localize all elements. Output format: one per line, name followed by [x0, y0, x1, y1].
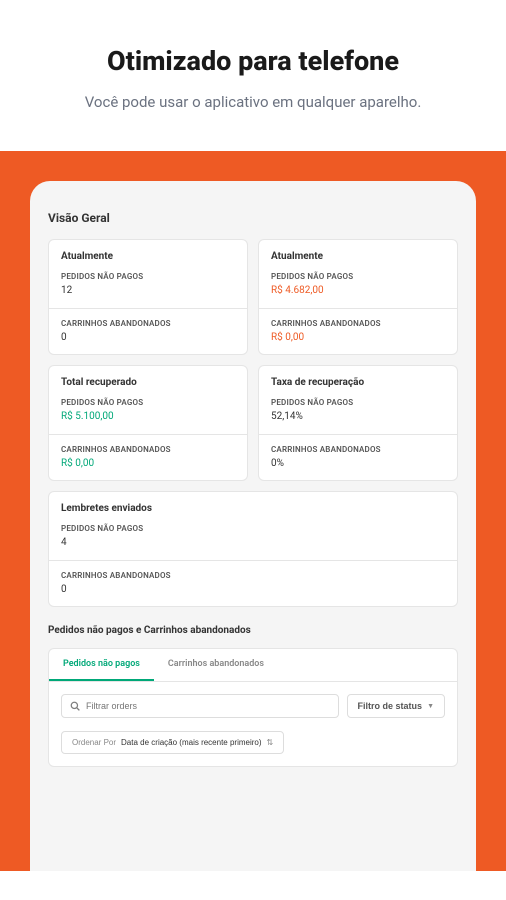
card-atualmente-values: Atualmente PEDIDOS NÃO PAGOS R$ 4.682,00… — [258, 239, 458, 355]
metric-label: CARRINHOS ABANDONADOS — [61, 445, 235, 454]
card-title: Lembretes enviados — [61, 503, 445, 514]
sort-row: Ordenar Por Data de criação (mais recent… — [49, 730, 457, 766]
card-lembretes-enviados: Lembretes enviados PEDIDOS NÃO PAGOS 4 C… — [48, 491, 458, 607]
divider — [49, 308, 247, 309]
filters-row: Filtro de status ▼ — [49, 682, 457, 730]
metric-value: R$ 4.682,00 — [271, 285, 445, 296]
orders-section: Pedidos não pagos e Carrinhos abandonado… — [48, 625, 458, 767]
overview-title: Visão Geral — [48, 211, 458, 225]
metric-value: 12 — [61, 285, 235, 296]
tab-carrinhos-abandonados[interactable]: Carrinhos abandonados — [154, 649, 278, 681]
search-input[interactable] — [86, 701, 330, 711]
card-title: Total recuperado — [61, 377, 235, 388]
metric-value: R$ 5.100,00 — [61, 411, 235, 422]
orange-background: Visão Geral Atualmente PEDIDOS NÃO PAGOS… — [0, 151, 506, 871]
overview-cards-grid: Atualmente PEDIDOS NÃO PAGOS 12 CARRINHO… — [48, 239, 458, 607]
orders-title: Pedidos não pagos e Carrinhos abandonado… — [48, 625, 458, 636]
divider — [49, 560, 457, 561]
caret-down-icon: ▼ — [427, 703, 434, 710]
divider — [259, 308, 457, 309]
metric-label: PEDIDOS NÃO PAGOS — [61, 524, 445, 533]
page-title: Otimizado para telefone — [20, 45, 486, 77]
card-atualmente-counts: Atualmente PEDIDOS NÃO PAGOS 12 CARRINHO… — [48, 239, 248, 355]
metric-label: PEDIDOS NÃO PAGOS — [271, 398, 445, 407]
sort-value: Data de criação (mais recente primeiro) — [121, 738, 262, 747]
metric-label: CARRINHOS ABANDONADOS — [271, 319, 445, 328]
page-subtitle: Você pode usar o aplicativo em qualquer … — [20, 93, 486, 111]
orders-panel: Pedidos não pagos Carrinhos abandonados … — [48, 648, 458, 767]
page-header: Otimizado para telefone Você pode usar o… — [0, 0, 506, 151]
metric-label: PEDIDOS NÃO PAGOS — [61, 272, 235, 281]
search-box[interactable] — [61, 694, 339, 718]
metric-value: R$ 0,00 — [61, 458, 235, 469]
card-title: Atualmente — [61, 251, 235, 262]
metric-value: 52,14% — [271, 411, 445, 422]
metric-value: 0 — [61, 584, 445, 595]
card-total-recuperado: Total recuperado PEDIDOS NÃO PAGOS R$ 5.… — [48, 365, 248, 481]
metric-value: 0 — [61, 332, 235, 343]
divider — [49, 434, 247, 435]
status-filter-button[interactable]: Filtro de status ▼ — [347, 694, 445, 718]
metric-label: CARRINHOS ABANDONADOS — [61, 571, 445, 580]
filter-label: Filtro de status — [358, 701, 423, 711]
metric-label: CARRINHOS ABANDONADOS — [271, 445, 445, 454]
sort-icon: ⇅ — [267, 738, 274, 747]
phone-frame: Visão Geral Atualmente PEDIDOS NÃO PAGOS… — [30, 181, 476, 871]
tabs: Pedidos não pagos Carrinhos abandonados — [49, 649, 457, 682]
metric-label: PEDIDOS NÃO PAGOS — [271, 272, 445, 281]
metric-label: CARRINHOS ABANDONADOS — [61, 319, 235, 328]
metric-value: 0% — [271, 458, 445, 469]
metric-value: 4 — [61, 537, 445, 548]
sort-button[interactable]: Ordenar Por Data de criação (mais recent… — [61, 731, 284, 754]
tab-pedidos-nao-pagos[interactable]: Pedidos não pagos — [49, 649, 154, 681]
search-icon — [70, 701, 80, 711]
metric-value: R$ 0,00 — [271, 332, 445, 343]
card-taxa-recuperacao: Taxa de recuperação PEDIDOS NÃO PAGOS 52… — [258, 365, 458, 481]
card-title: Taxa de recuperação — [271, 377, 445, 388]
card-title: Atualmente — [271, 251, 445, 262]
divider — [259, 434, 457, 435]
metric-label: PEDIDOS NÃO PAGOS — [61, 398, 235, 407]
sort-prefix: Ordenar Por — [72, 738, 116, 747]
